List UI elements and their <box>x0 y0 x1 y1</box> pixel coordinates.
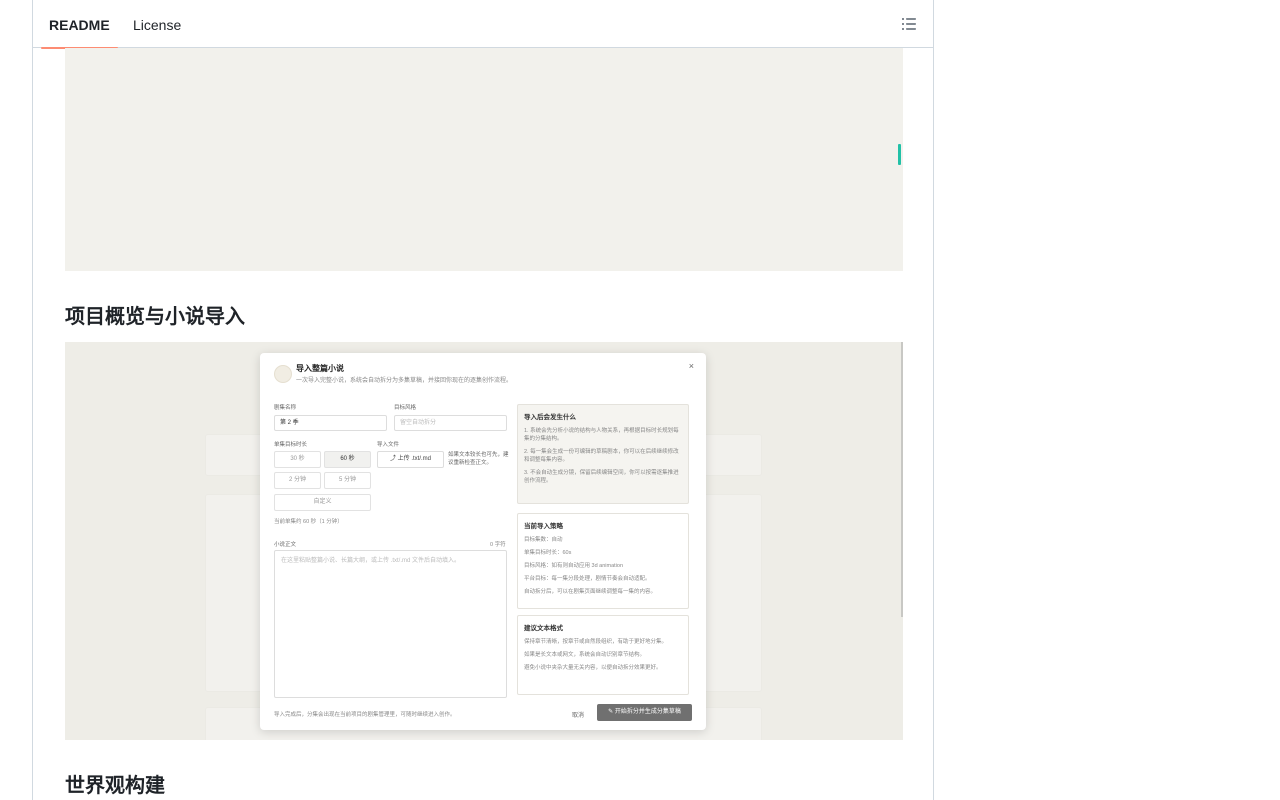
tab-readme[interactable]: README <box>41 0 118 49</box>
split-icon: ✎ <box>608 709 614 715</box>
start-split-label: 开始拆分并生成分集草稿 <box>614 709 681 715</box>
card-line: 目标风格：如有则自动应用 3d animation <box>524 563 624 569</box>
upload-button-label: 上传 .txt/.md <box>397 456 432 462</box>
info-card-strategy: 当前导入策略 目标集数：自动 单集目标时长：60s 目标风格：如有则自动应用 3… <box>517 513 689 609</box>
card-line: 1. 系统会先分析小说的结构与人物关系，再根据目标时长规划每集的分集结构。 <box>524 428 679 442</box>
card-line: 目标集数：自动 <box>524 537 563 543</box>
list-icon[interactable] <box>901 16 917 32</box>
readme-tab-bar: README License <box>33 0 933 49</box>
footer-note: 导入完成后，分集会出现在当前项目的剧集管理里，可随时继续进入创作。 <box>274 712 456 718</box>
scroll-indicator <box>898 144 901 165</box>
import-novel-modal: 导入整篇小说 一次导入完整小说，系统会自动拆分为多集草稿，并接回你现在的逐集创作… <box>260 353 706 730</box>
char-count: 0 字符 <box>490 542 506 548</box>
book-icon <box>274 365 292 383</box>
name-field[interactable]: 第 2 季 <box>274 415 387 431</box>
info-card-format: 建议文本格式 保持章节清晰，按章节或自然段组织，有助于更好地分集。 如果是长文本… <box>517 615 689 695</box>
duration-option-2min[interactable]: 2 分钟 <box>274 472 321 489</box>
duration-option-30s[interactable]: 30 秒 <box>274 451 321 468</box>
content-label: 小说正文 <box>274 542 297 548</box>
duration-option-5min[interactable]: 5 分钟 <box>324 472 371 489</box>
card-line: 平台目标：每一集分段处理，剧情节奏会自动适配。 <box>524 576 651 582</box>
modal-subtitle: 一次导入完整小说，系统会自动拆分为多集草稿，并接回你现在的逐集创作流程。 <box>296 378 513 384</box>
tab-license[interactable]: License <box>133 0 181 48</box>
duration-label: 单集目标时长 <box>274 442 308 448</box>
upload-button[interactable]: ⤴ 上传 .txt/.md <box>377 451 444 468</box>
card-line: 单集目标时长：60s <box>524 550 572 556</box>
duration-hint: 当前单集约 60 秒（1 分钟） <box>274 519 343 525</box>
novel-textarea[interactable]: 在这里粘贴整篇小说、长篇大纲，或上传 .txt/.md 文件后自动填入。 <box>274 550 507 698</box>
style-field[interactable]: 留空自动拆分 <box>394 415 507 431</box>
tab-readme-label: README <box>49 17 110 33</box>
section-heading-overview: 项目概览与小说导入 <box>65 306 245 328</box>
cancel-button[interactable]: 取消 <box>572 710 584 719</box>
duration-option-60s[interactable]: 60 秒 <box>324 451 371 468</box>
readme-screenshot-image <box>65 48 903 271</box>
section-heading-world: 世界观构建 <box>65 775 165 797</box>
card-line: 自动拆分后，可以在剧集页面继续调整每一集的内容。 <box>524 589 657 595</box>
info-card-what-happens: 导入后会发生什么 1. 系统会先分析小说的结构与人物关系，再根据目标时长规划每集… <box>517 404 689 504</box>
card-title: 当前导入策略 <box>524 523 563 530</box>
card-line: 3. 不会自动生成分镜，保留后续编辑空间，你可以按需逐集推进创作流程。 <box>524 470 679 484</box>
card-title: 导入后会发生什么 <box>524 414 576 421</box>
upload-note: 如果文本较长也可先，建议重新检查正文。 <box>448 452 509 466</box>
duration-option-custom[interactable]: 自定义 <box>274 494 371 511</box>
import-label: 导入文件 <box>377 442 400 448</box>
card-line: 避免小说中夹杂大量无关内容，以便自动拆分效果更好。 <box>524 665 662 671</box>
tab-license-label: License <box>133 17 182 33</box>
card-line: 2. 每一集会生成一份可编辑的草稿剧本，你可以在后续继续修改和调整每集内容。 <box>524 449 679 463</box>
start-split-button[interactable]: ✎ 开始拆分并生成分集草稿 <box>597 704 692 721</box>
close-icon[interactable]: × <box>689 361 694 371</box>
modal-title: 导入整篇小说 <box>296 364 344 373</box>
upload-icon: ⤴ <box>389 456 396 462</box>
import-novel-screenshot: 导入整篇小说 一次导入完整小说，系统会自动拆分为多集草稿，并接回你现在的逐集创作… <box>65 342 903 740</box>
card-title: 建议文本格式 <box>524 625 563 632</box>
name-label: 剧集名称 <box>274 405 297 411</box>
card-line: 保持章节清晰，按章节或自然段组织，有助于更好地分集。 <box>524 639 668 645</box>
card-line: 如果是长文本或网文，系统会自动识别章节结构。 <box>524 652 646 658</box>
readme-panel: README License 项目概览与小说导入 导入整篇小说 一次导入完整小说… <box>32 0 934 800</box>
image-scrollbar <box>901 342 903 617</box>
style-label: 目标风格 <box>394 405 417 411</box>
